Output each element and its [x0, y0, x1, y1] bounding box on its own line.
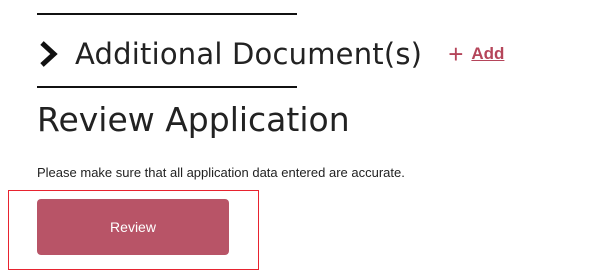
additional-documents-title: Additional Document(s) — [75, 37, 423, 71]
section-divider-middle — [37, 86, 297, 88]
review-application-description: Please make sure that all application da… — [37, 165, 405, 180]
add-document-label: Add — [471, 44, 505, 63]
review-button[interactable]: Review — [37, 199, 229, 255]
additional-documents-section: Additional Document(s) + Add — [37, 30, 504, 78]
review-application-heading: Review Application — [37, 100, 350, 139]
chevron-right-icon[interactable] — [37, 39, 61, 69]
add-document-link[interactable]: + Add — [448, 41, 504, 67]
plus-icon: + — [448, 39, 464, 69]
section-divider-top — [37, 13, 297, 15]
